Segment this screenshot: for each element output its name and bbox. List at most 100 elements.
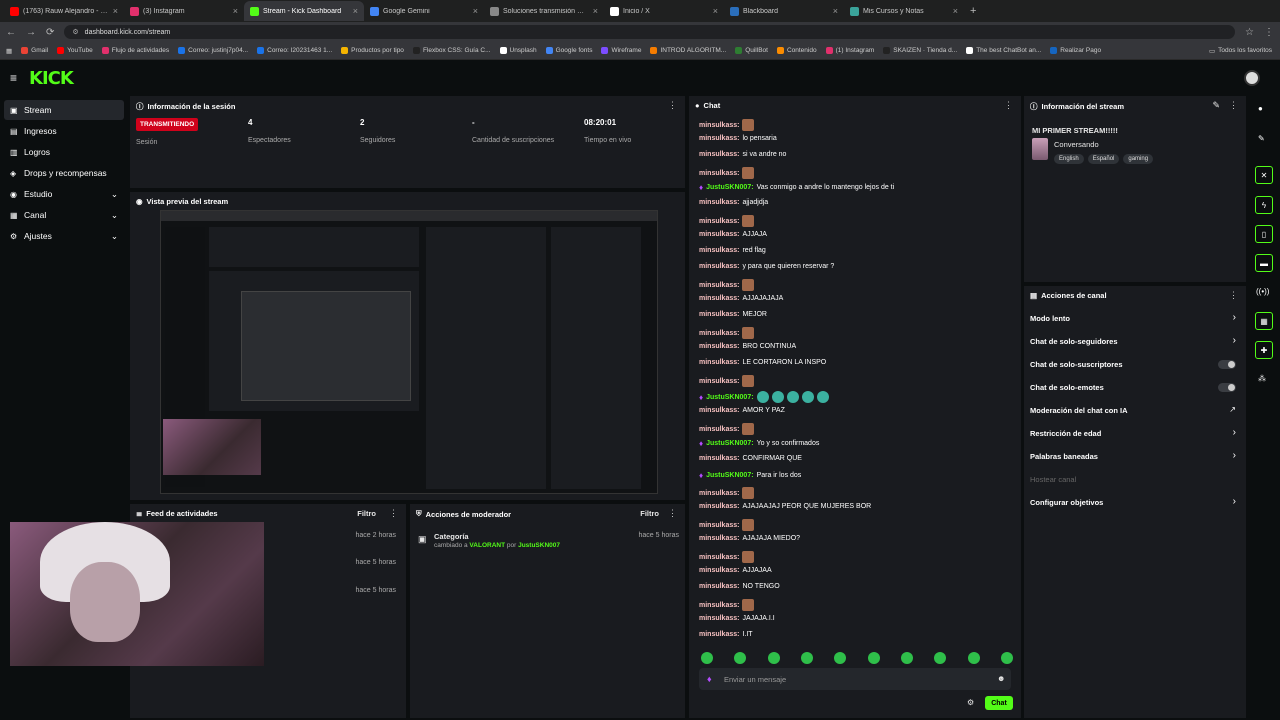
back-icon[interactable]: ← <box>6 27 16 38</box>
channel-action-1[interactable]: Chat de solo-seguidores <box>1030 337 1118 346</box>
chevron-right-icon[interactable]: › <box>1233 496 1236 507</box>
browser-tab[interactable]: Mis Cursos y Notas × <box>844 1 964 21</box>
chat-username[interactable]: minsulkass: <box>699 631 739 638</box>
bookmark-item[interactable]: Gmail <box>21 47 48 54</box>
edit-icon[interactable]: ✎ <box>1212 100 1220 111</box>
bookmark-item[interactable]: Correo: I20231463 1... <box>257 47 332 54</box>
chat-username[interactable]: JustuSKN007: <box>706 394 753 401</box>
chat-username[interactable]: minsulkass: <box>699 455 739 462</box>
reload-icon[interactable]: ⟳ <box>46 27 54 38</box>
forward-icon[interactable]: → <box>26 27 36 38</box>
emote-picker-icon[interactable] <box>734 652 747 664</box>
chat-username[interactable]: JustuSKN007: <box>706 184 753 191</box>
emote-picker-icon[interactable] <box>900 652 913 664</box>
emote-picker-icon[interactable] <box>934 652 947 664</box>
chat-username[interactable]: minsulkass: <box>699 135 739 142</box>
dot-icon[interactable]: ● <box>1258 104 1263 113</box>
feed-filter-button[interactable]: Filtro <box>357 509 376 518</box>
chat-username[interactable]: minsulkass: <box>699 231 739 238</box>
sidebar-item-logros[interactable]: ▥ Logros <box>4 142 124 162</box>
chat-username[interactable]: minsulkass: <box>699 282 739 289</box>
menu-icon[interactable]: ⋮ <box>1264 27 1274 38</box>
bookmark-item[interactable]: Realizar Pago <box>1050 47 1101 54</box>
settings-icon[interactable]: ⚙ <box>967 698 974 707</box>
chat-username[interactable]: minsulkass: <box>699 407 739 414</box>
chat-username[interactable]: minsulkass: <box>699 170 739 177</box>
chat-input[interactable]: Enviar un mensaje <box>699 668 1011 690</box>
chat-username[interactable]: minsulkass: <box>699 263 739 270</box>
chat-username[interactable]: minsulkass: <box>699 199 739 206</box>
new-tab-icon[interactable]: + <box>970 5 976 17</box>
bookmark-item[interactable]: Google fonts <box>545 47 592 54</box>
chat-username[interactable]: minsulkass: <box>699 602 739 609</box>
sidebar-item-ingresos[interactable]: ▤ Ingresos <box>4 121 124 141</box>
users-icon[interactable]: ⁂ <box>1258 374 1266 383</box>
chat-username[interactable]: minsulkass: <box>699 343 739 350</box>
tab-close-icon[interactable]: × <box>473 6 478 16</box>
channel-action-2[interactable]: Chat de solo-suscriptores <box>1030 360 1123 369</box>
browser-tab[interactable]: Inicio / X × <box>604 1 724 21</box>
browser-tab[interactable]: Blackboard × <box>724 1 844 21</box>
session-menu-icon[interactable]: ⋮ <box>668 100 677 111</box>
rail-chat-icon[interactable]: ▬ <box>1255 254 1273 272</box>
chat-username[interactable]: minsulkass: <box>699 490 739 497</box>
feed-menu-icon[interactable]: ⋮ <box>389 508 398 519</box>
bookmark-item[interactable]: The best ChatBot an... <box>966 47 1041 54</box>
channel-action-6[interactable]: Palabras baneadas <box>1030 452 1098 461</box>
chat-username[interactable]: minsulkass: <box>699 535 739 542</box>
sidebar-item-drops[interactable]: ◈ Drops y recompensas <box>4 163 124 183</box>
chat-username[interactable]: JustuSKN007: <box>706 440 753 447</box>
tab-close-icon[interactable]: × <box>953 6 958 16</box>
tab-close-icon[interactable]: × <box>833 6 838 16</box>
chat-username[interactable]: minsulkass: <box>699 295 739 302</box>
chat-username[interactable]: minsulkass: <box>699 522 739 529</box>
sidebar-item-estudio[interactable]: ◉ Estudio ⌄ <box>4 184 124 204</box>
chat-username[interactable]: minsulkass: <box>699 247 739 254</box>
toggle-switch[interactable] <box>1218 360 1236 369</box>
bookmark-item[interactable]: Unsplash <box>499 47 537 54</box>
bookmark-item[interactable]: Correo: justinj7p04... <box>178 47 248 54</box>
emote-picker-icon[interactable] <box>800 652 813 664</box>
kick-logo[interactable]: KICK <box>29 68 74 89</box>
site-info-icon[interactable]: ⚙ <box>72 28 78 36</box>
sidebar-item-ajustes[interactable]: ⚙ Ajustes ⌄ <box>4 226 124 246</box>
bookmark-item[interactable]: YouTube <box>57 47 93 54</box>
rail-calendar-icon[interactable]: ▦ <box>1255 312 1273 330</box>
channel-action-8[interactable]: Configurar objetivos <box>1030 498 1103 507</box>
emoji-icon[interactable]: ☻ <box>997 674 1005 683</box>
chat-username[interactable]: minsulkass: <box>699 503 739 510</box>
bookmark-item[interactable]: Flexbox CSS: Guía C... <box>412 47 491 54</box>
rail-document-icon[interactable]: ▯ <box>1255 225 1273 243</box>
channel-actions-menu-icon[interactable]: ⋮ <box>1229 290 1238 301</box>
channel-action-4[interactable]: Moderación del chat con IA <box>1030 406 1128 415</box>
chat-username[interactable]: minsulkass: <box>699 554 739 561</box>
chevron-right-icon[interactable]: › <box>1233 427 1236 438</box>
external-link-icon[interactable]: ↗ <box>1229 405 1236 414</box>
chat-send-button[interactable]: Chat <box>985 696 1013 710</box>
tab-close-icon[interactable]: × <box>233 6 238 16</box>
browser-tab[interactable]: Stream - Kick Dashboard × <box>244 1 364 21</box>
channel-action-0[interactable]: Modo lento <box>1030 314 1070 323</box>
tab-close-icon[interactable]: × <box>353 6 358 16</box>
chat-username[interactable]: minsulkass: <box>699 567 739 574</box>
star-icon[interactable]: ☆ <box>1245 27 1254 38</box>
emote-picker-icon[interactable] <box>1000 652 1013 664</box>
chat-username[interactable]: minsulkass: <box>699 151 739 158</box>
tab-close-icon[interactable]: × <box>113 6 118 16</box>
bookmark-item[interactable]: INTROD ALGORITM... <box>650 47 726 54</box>
sidebar-item-stream[interactable]: ▣ Stream <box>4 100 124 120</box>
emote-picker-icon[interactable] <box>867 652 880 664</box>
chat-menu-icon[interactable]: ⋮ <box>1004 100 1013 111</box>
mod-menu-icon[interactable]: ⋮ <box>668 508 677 519</box>
chat-username[interactable]: minsulkass: <box>699 378 739 385</box>
emote-picker-icon[interactable] <box>701 652 713 664</box>
rail-flash-icon[interactable]: ϟ <box>1255 196 1273 214</box>
browser-tab[interactable]: (3) Instagram × <box>124 1 244 21</box>
chat-username[interactable]: minsulkass: <box>699 122 739 129</box>
hamburger-icon[interactable]: ≡ <box>10 71 17 85</box>
user-avatar[interactable] <box>1244 70 1260 86</box>
channel-action-3[interactable]: Chat de solo-emotes <box>1030 383 1104 392</box>
mod-item-user[interactable]: JustuSKN007 <box>518 542 560 549</box>
category-name[interactable]: Conversando <box>1054 140 1099 149</box>
tab-close-icon[interactable]: × <box>593 6 598 16</box>
